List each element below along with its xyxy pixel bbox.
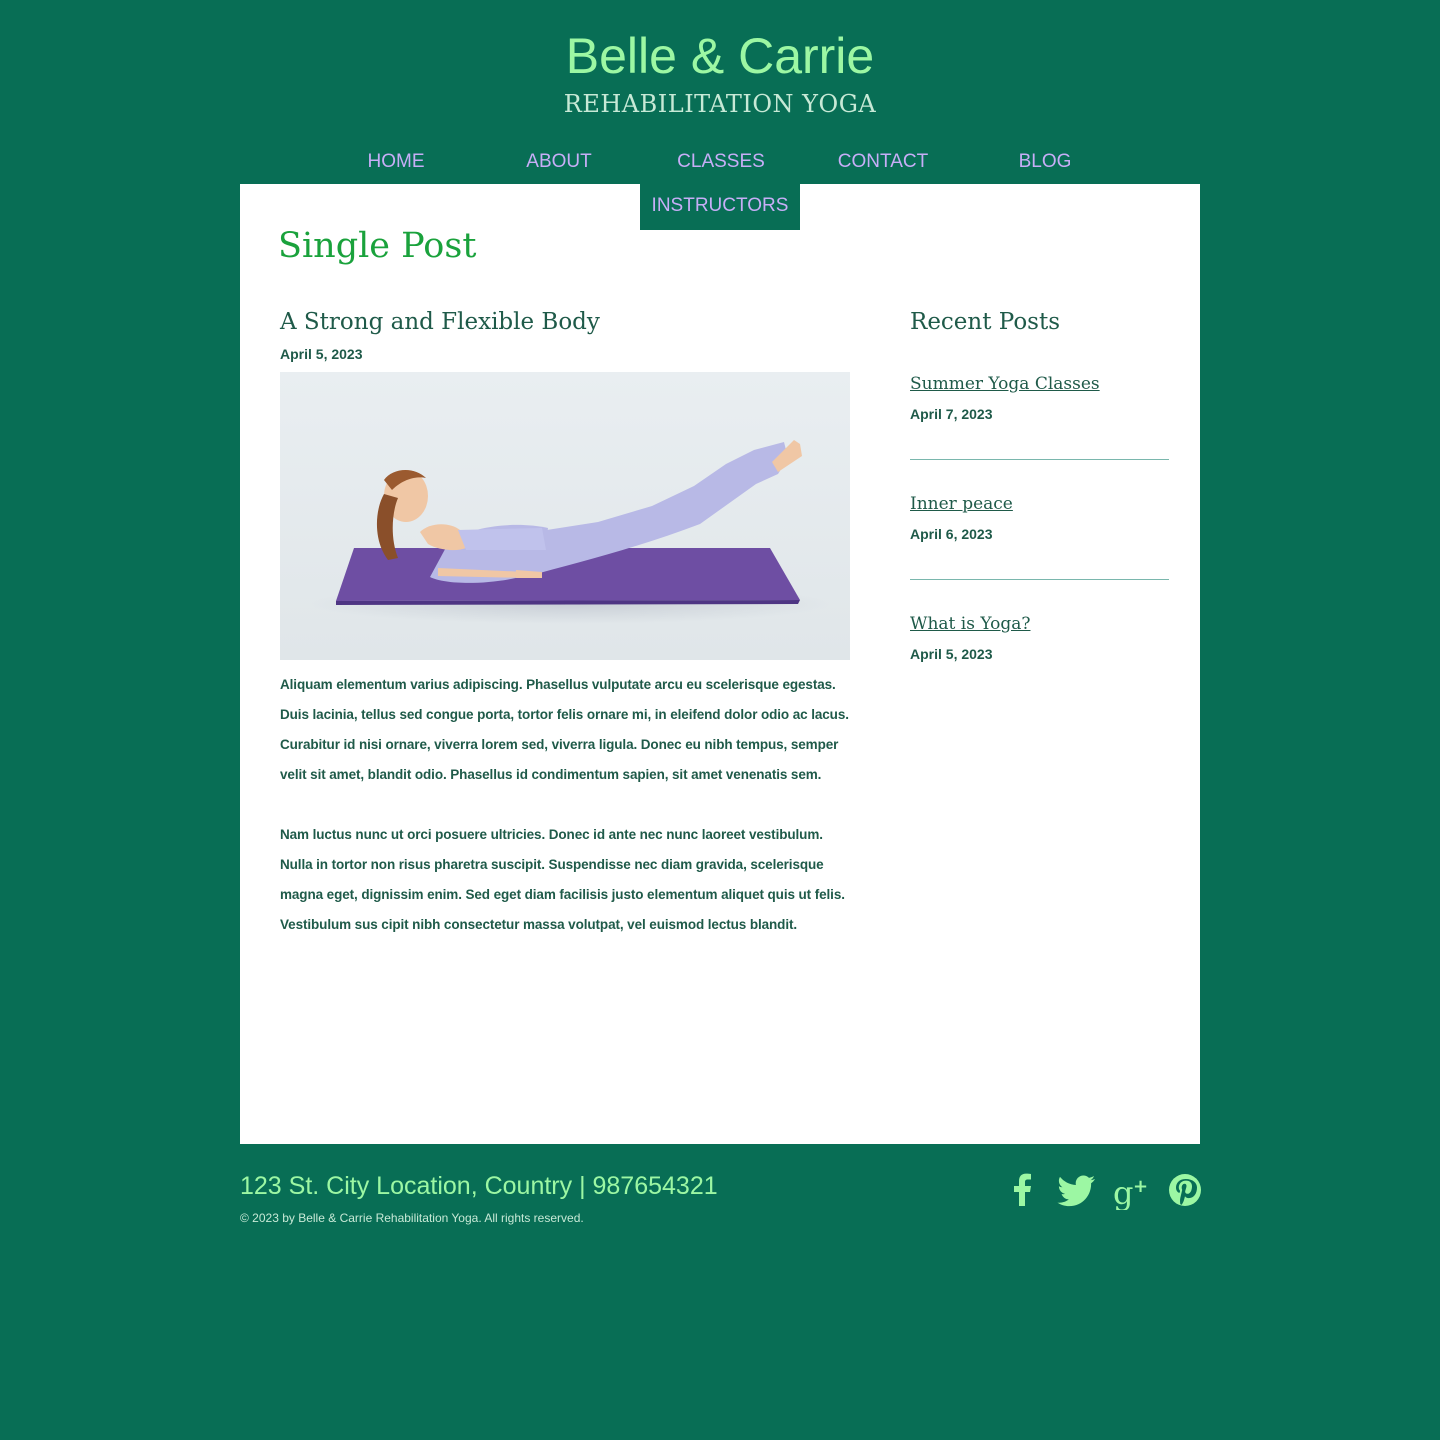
recent-post-link-inner-peace[interactable]: Inner peace — [910, 492, 1013, 516]
post-paragraph-2: Nam luctus nunc ut orci posuere ultricie… — [280, 827, 845, 932]
post-image — [280, 372, 850, 660]
nav-subitem-instructors[interactable]: INSTRUCTORS — [640, 184, 800, 230]
page-title: Single Post — [278, 226, 477, 266]
recent-posts-heading: Recent Posts — [910, 309, 1061, 335]
post-date: April 5, 2023 — [280, 346, 363, 362]
nav-item-blog[interactable]: BLOG — [995, 140, 1095, 184]
pinterest-icon[interactable] — [1165, 1170, 1205, 1210]
site-title[interactable]: Belle & Carrie — [0, 28, 1440, 84]
post-title: A Strong and Flexible Body — [280, 309, 600, 335]
recent-post-date: April 7, 2023 — [910, 406, 993, 422]
twitter-icon[interactable] — [1057, 1170, 1097, 1210]
yoga-photo — [280, 372, 850, 660]
svg-text:g: g — [1113, 1174, 1133, 1210]
svg-text:+: + — [1133, 1176, 1148, 1197]
recent-post-link-what-is-yoga[interactable]: What is Yoga? — [910, 612, 1030, 636]
nav-item-classes[interactable]: CLASSES — [661, 140, 781, 184]
nav-item-contact[interactable]: CONTACT — [823, 140, 943, 184]
footer-copyright: © 2023 by Belle & Carrie Rehabilitation … — [240, 1211, 584, 1225]
facebook-icon[interactable] — [1003, 1170, 1043, 1210]
site-subtitle: REHABILITATION YOGA — [563, 90, 877, 118]
divider — [910, 459, 1169, 460]
post-paragraph-1: Aliquam elementum varius adipiscing. Pha… — [280, 677, 849, 782]
recent-post-date: April 5, 2023 — [910, 646, 993, 662]
nav-item-about[interactable]: ABOUT — [509, 140, 609, 184]
divider — [910, 579, 1169, 580]
google-plus-icon[interactable]: g + — [1111, 1170, 1151, 1212]
recent-post-date: April 6, 2023 — [910, 526, 993, 542]
nav-item-home[interactable]: HOME — [346, 140, 446, 184]
footer-address: 123 St. City Location, Country | 9876543… — [240, 1172, 718, 1200]
recent-post-link-summer-yoga[interactable]: Summer Yoga Classes — [910, 372, 1100, 396]
